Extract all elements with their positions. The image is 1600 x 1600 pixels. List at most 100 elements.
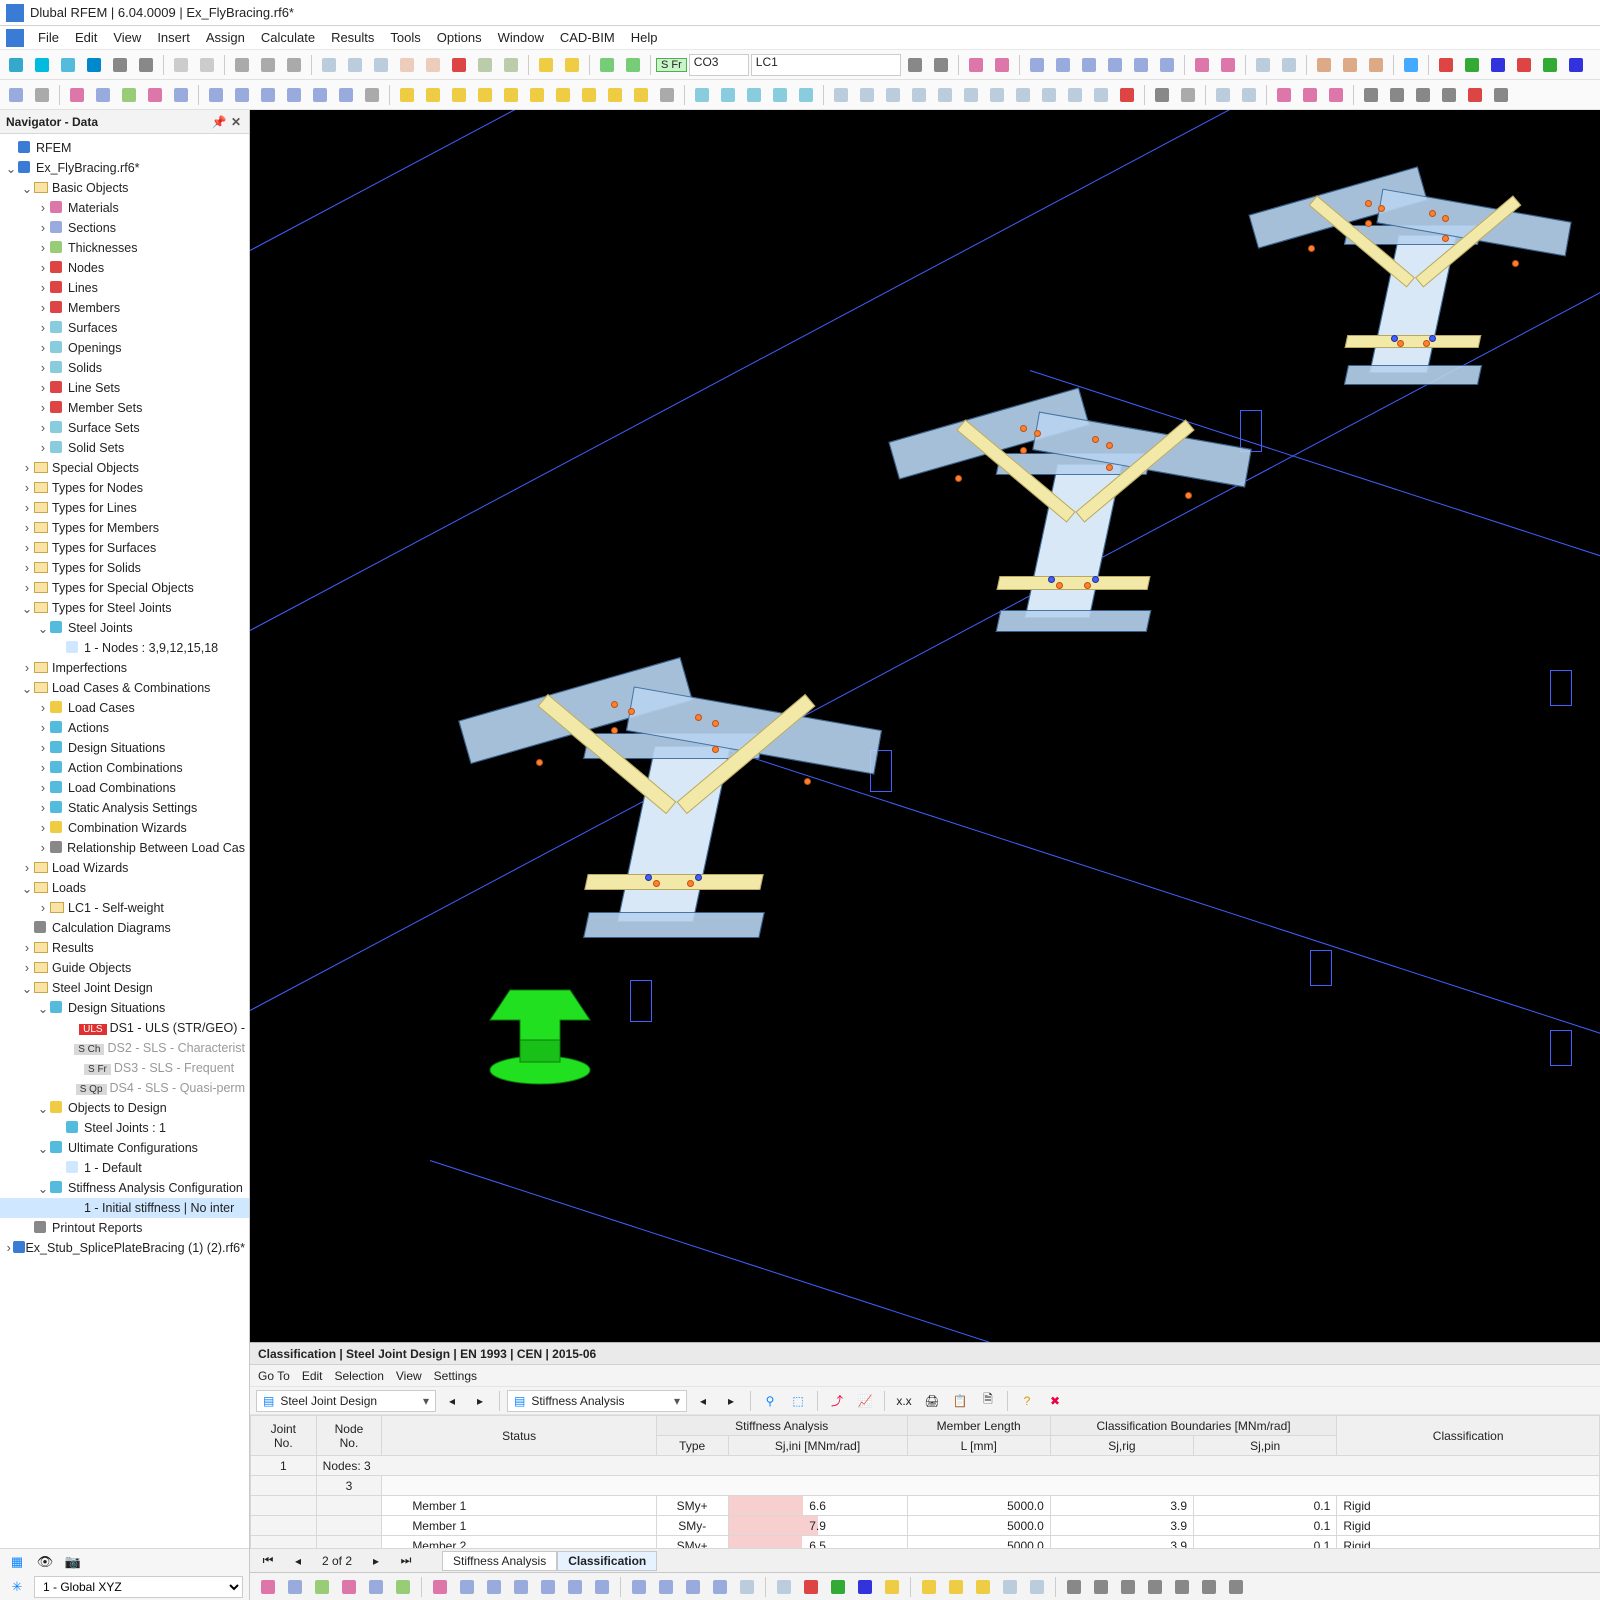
col-lmm[interactable]: L [mm]: [907, 1436, 1050, 1456]
load10-icon[interactable]: [629, 83, 653, 107]
copy-icon[interactable]: [169, 53, 193, 77]
bp-menu-view[interactable]: View: [396, 1369, 422, 1383]
statusbar-btn-23[interactable]: [917, 1575, 941, 1599]
tree-ultimate-configurations[interactable]: ⌄Ultimate Configurations: [0, 1138, 249, 1158]
nav-camera-icon[interactable]: 📷: [62, 1551, 84, 1573]
arrow-right-icon-2[interactable]: ▸: [719, 1389, 743, 1413]
load8-icon[interactable]: [577, 83, 601, 107]
menu-assign[interactable]: Assign: [198, 28, 253, 47]
combo-lc[interactable]: LC1: [751, 54, 901, 76]
tree-rfem[interactable]: RFEM: [0, 138, 249, 158]
edit11-icon[interactable]: [1089, 83, 1113, 107]
settings-icon[interactable]: ✖: [1043, 1389, 1067, 1413]
statusbar-btn-25[interactable]: [971, 1575, 995, 1599]
col-joint-no[interactable]: JointNo.: [251, 1416, 317, 1456]
tree-surfaces[interactable]: ›Surfaces: [0, 318, 249, 338]
tree-ds3-sls-frequent[interactable]: S FrDS3 - SLS - Frequent: [0, 1058, 249, 1078]
combo-co[interactable]: CO3: [689, 54, 749, 76]
misc5-icon[interactable]: [1489, 83, 1513, 107]
col-group-bounds[interactable]: Classification Boundaries [MNm/rad]: [1050, 1416, 1337, 1436]
open-model-icon[interactable]: [56, 53, 80, 77]
cube3-icon[interactable]: [1364, 53, 1388, 77]
help-icon[interactable]: ?: [1015, 1389, 1039, 1413]
statusbar-btn-21[interactable]: [853, 1575, 877, 1599]
menu-calculate[interactable]: Calculate: [253, 28, 323, 47]
menu-view[interactable]: View: [105, 28, 149, 47]
copy-icon[interactable]: 📋: [948, 1389, 972, 1413]
statusbar-btn-32[interactable]: [1170, 1575, 1194, 1599]
statusbar-btn-6[interactable]: [428, 1575, 452, 1599]
info-icon[interactable]: x.x: [892, 1389, 916, 1413]
tree-surface-sets[interactable]: ›Surface Sets: [0, 418, 249, 438]
star1-icon[interactable]: [964, 53, 988, 77]
surface-icon[interactable]: [282, 83, 306, 107]
statusbar-btn-34[interactable]: [1224, 1575, 1248, 1599]
line-icon[interactable]: [230, 83, 254, 107]
statusbar-btn-4[interactable]: [364, 1575, 388, 1599]
tree-loads[interactable]: ⌄Loads: [0, 878, 249, 898]
tree-guide-objects[interactable]: ›Guide Objects: [0, 958, 249, 978]
tree-lc1-self-weight[interactable]: ›LC1 - Self-weight: [0, 898, 249, 918]
scale-icon[interactable]: [143, 83, 167, 107]
tree-types-for-steel-joints[interactable]: ⌄Types for Steel Joints: [0, 598, 249, 618]
table-row[interactable]: Member 1SMy+6.65000.03.90.1Rigid: [251, 1496, 1600, 1516]
arrow-right-icon[interactable]: ▸: [468, 1389, 492, 1413]
tree-solids[interactable]: ›Solids: [0, 358, 249, 378]
solid-icon[interactable]: [334, 83, 358, 107]
col-sjini[interactable]: Sj,ini [MNm/rad]: [728, 1436, 907, 1456]
support5-icon[interactable]: [794, 83, 818, 107]
dim6-icon[interactable]: [1155, 53, 1179, 77]
tree-printout-reports[interactable]: Printout Reports: [0, 1218, 249, 1238]
statusbar-btn-16[interactable]: [708, 1575, 732, 1599]
dim2-icon[interactable]: [1051, 53, 1075, 77]
misc2-icon[interactable]: [1385, 83, 1409, 107]
calc-dd-icon[interactable]: [560, 53, 584, 77]
statusbar-btn-30[interactable]: [1116, 1575, 1140, 1599]
nav-axes-icon[interactable]: ✳: [6, 1576, 28, 1598]
statusbar-btn-24[interactable]: [944, 1575, 968, 1599]
statusbar-btn-15[interactable]: [681, 1575, 705, 1599]
grid-icon[interactable]: [473, 53, 497, 77]
last-page-icon[interactable]: ⏭: [394, 1549, 418, 1573]
tile-icon[interactable]: [343, 53, 367, 77]
support1-icon[interactable]: [690, 83, 714, 107]
close-icon[interactable]: ✕: [229, 115, 243, 129]
tree-1-default[interactable]: 1 - Default: [0, 1158, 249, 1178]
tree-types-for-special-objects[interactable]: ›Types for Special Objects: [0, 578, 249, 598]
load2-icon[interactable]: [421, 83, 445, 107]
tree-steel-joints[interactable]: ⌄Steel Joints: [0, 618, 249, 638]
menu-insert[interactable]: Insert: [149, 28, 198, 47]
view2b-icon[interactable]: [1237, 83, 1261, 107]
misc3-icon[interactable]: [1411, 83, 1435, 107]
tree-types-for-members[interactable]: ›Types for Members: [0, 518, 249, 538]
paste-icon[interactable]: [195, 53, 219, 77]
nav-eye-icon[interactable]: 👁: [34, 1551, 56, 1573]
col-type[interactable]: Type: [656, 1436, 728, 1456]
col-sjrig[interactable]: Sj,rig: [1050, 1436, 1193, 1456]
statusbar-btn-10[interactable]: [536, 1575, 560, 1599]
cell-joint-no[interactable]: 1: [251, 1456, 317, 1476]
tree-1-initial-stiffness-no-inter[interactable]: 1 - Initial stiffness | No inter: [0, 1198, 249, 1218]
new-icon[interactable]: [4, 53, 28, 77]
tree-load-wizards[interactable]: ›Load Wizards: [0, 858, 249, 878]
cascade-icon[interactable]: [369, 53, 393, 77]
disp1-icon[interactable]: [1272, 83, 1296, 107]
statusbar-btn-1[interactable]: [283, 1575, 307, 1599]
load3-icon[interactable]: [447, 83, 471, 107]
calc-icon[interactable]: [534, 53, 558, 77]
undo-icon[interactable]: [230, 53, 254, 77]
tree-special-objects[interactable]: ›Special Objects: [0, 458, 249, 478]
tree-solid-sets[interactable]: ›Solid Sets: [0, 438, 249, 458]
tree-member-sets[interactable]: ›Member Sets: [0, 398, 249, 418]
measure-icon[interactable]: [1150, 83, 1174, 107]
next-page-icon[interactable]: ▸: [364, 1549, 388, 1573]
cube1-icon[interactable]: [1312, 53, 1336, 77]
delete-icon[interactable]: [1463, 83, 1487, 107]
edit3-icon[interactable]: [881, 83, 905, 107]
results-icon[interactable]: [595, 53, 619, 77]
table-row[interactable]: Member 1SMy-7.95000.03.90.1Rigid: [251, 1516, 1600, 1536]
select-icon[interactable]: ⬚: [786, 1389, 810, 1413]
open-icon[interactable]: [30, 53, 54, 77]
load5-icon[interactable]: [499, 83, 523, 107]
classification-table[interactable]: JointNo. NodeNo. Status Stiffness Analys…: [250, 1415, 1600, 1548]
